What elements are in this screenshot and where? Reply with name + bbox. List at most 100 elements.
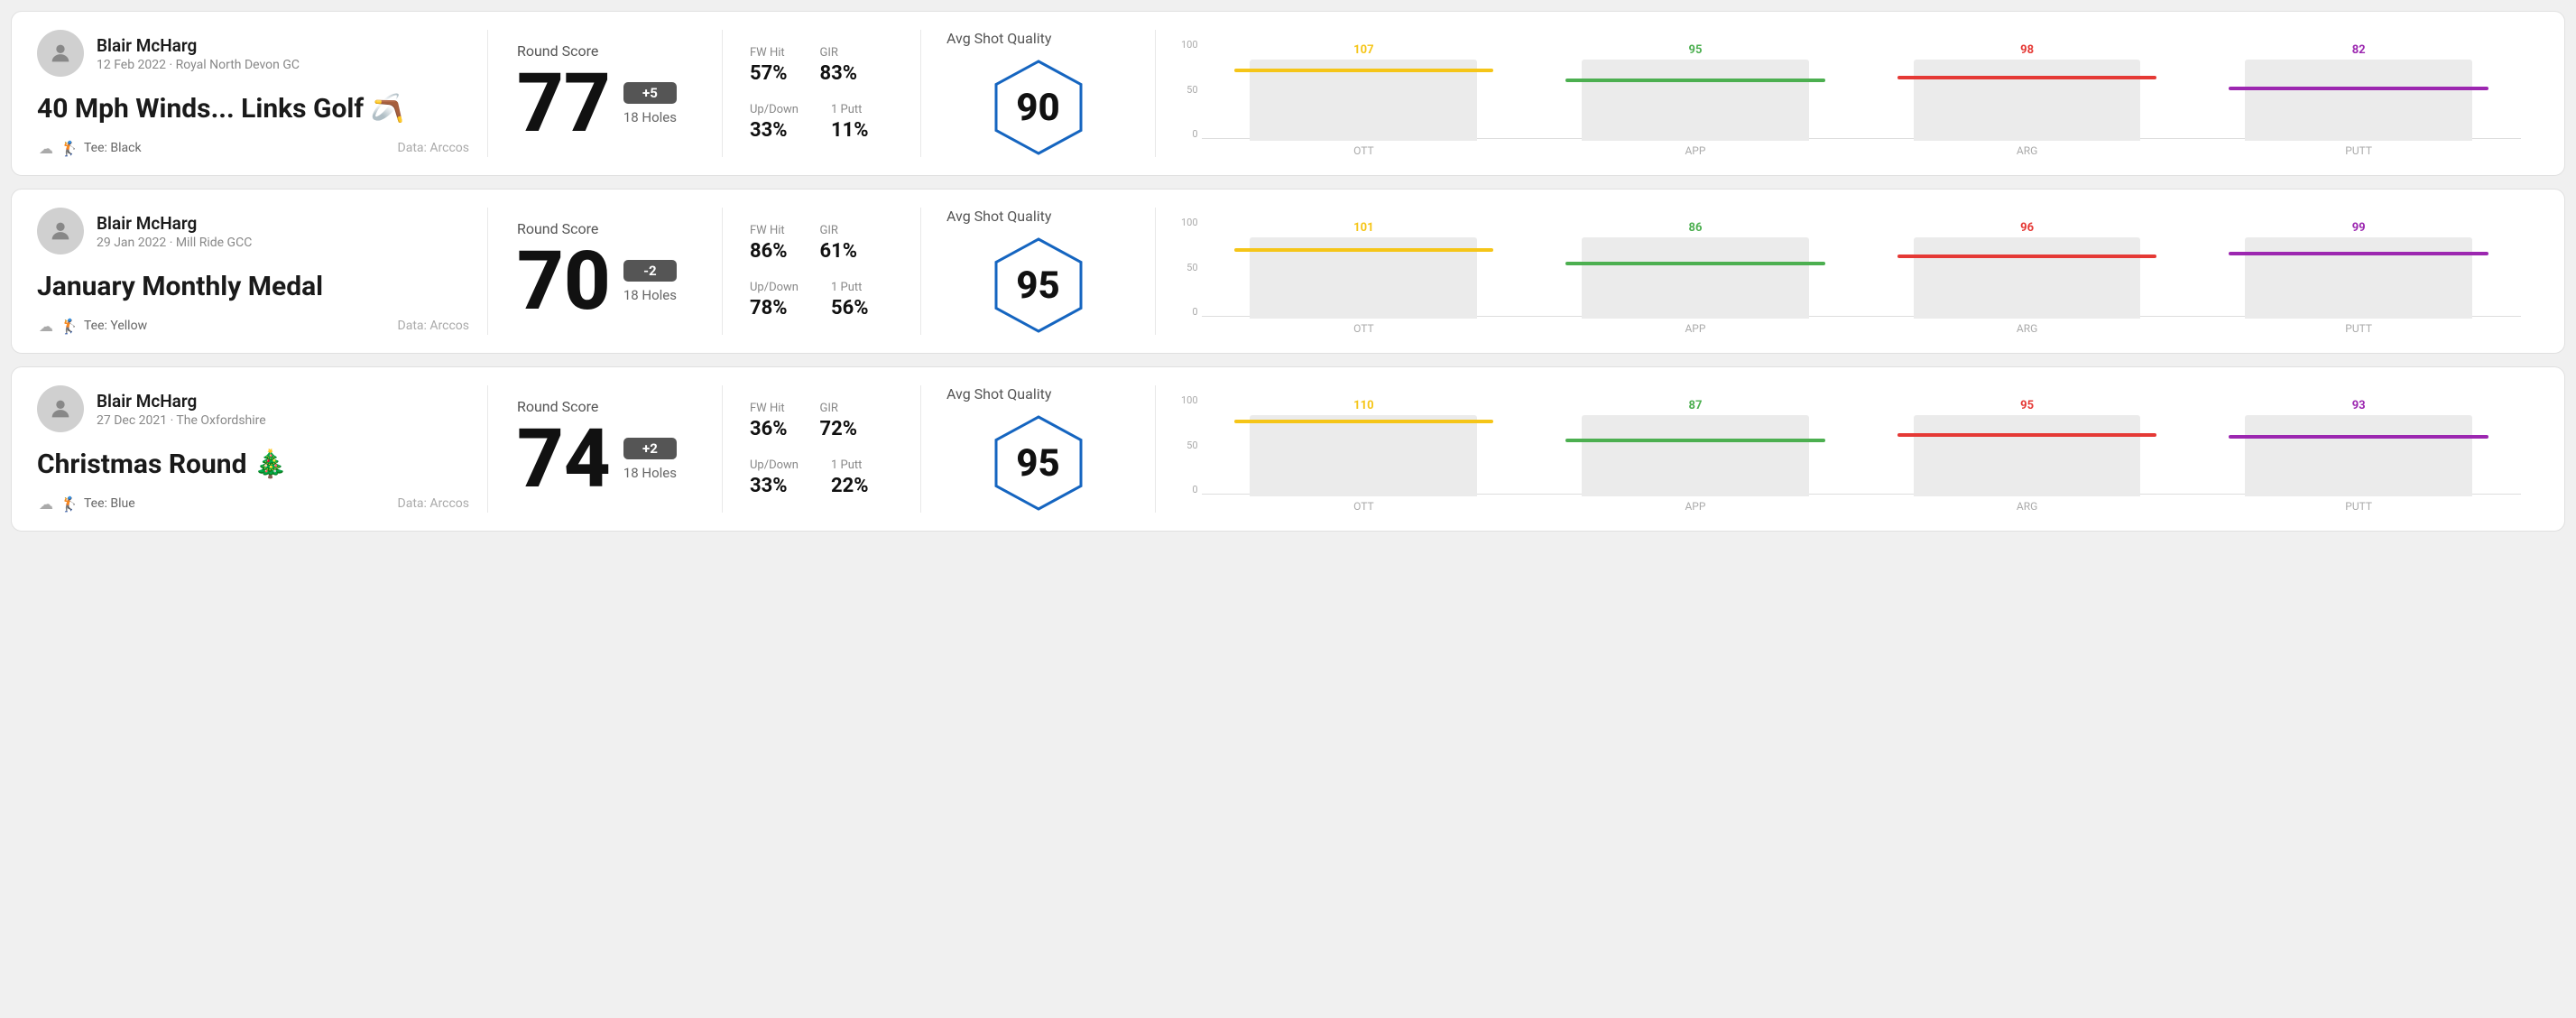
stat-gir-value: 72% <box>820 418 858 440</box>
bar-line <box>1897 433 2157 437</box>
quality-section: Avg Shot Quality 95 <box>921 208 1156 335</box>
round-title: Christmas Round 🎄 <box>37 449 469 480</box>
stat-oneputt-label: 1 Putt <box>831 281 869 294</box>
score-section: Round Score74+218 Holes <box>488 385 723 513</box>
card-left: Blair McHarg29 Jan 2022 · Mill Ride GCC J… <box>37 208 488 335</box>
round-card: Blair McHarg29 Jan 2022 · Mill Ride GCC J… <box>11 189 2565 354</box>
stat-oneputt-value: 22% <box>831 475 869 497</box>
y-axis-label: 100 <box>1181 217 1198 227</box>
bar-background <box>2245 237 2472 319</box>
stats-section: FW Hit57%GIR83% Up/Down33%1 Putt11% <box>723 30 921 157</box>
bar-wrapper <box>1865 60 2190 141</box>
bar-line <box>1234 420 1494 423</box>
bar-top-label: 82 <box>2352 43 2366 57</box>
tee-info: ☁🏌Tee: Blue <box>37 495 135 513</box>
tee-label: Tee: Black <box>84 141 142 155</box>
bar-line <box>2229 252 2488 255</box>
stat-fw-hit-value: 86% <box>750 240 788 263</box>
stat-fw-hit: FW Hit36% <box>750 402 788 440</box>
hexagon: 95 <box>989 236 1088 335</box>
user-info: Blair McHarg 12 Feb 2022 · Royal North De… <box>97 35 300 72</box>
quality-score: 90 <box>1016 86 1059 130</box>
bar-x-label: OTT <box>1353 144 1374 157</box>
stats-row-top: FW Hit57%GIR83% <box>750 46 893 85</box>
avatar <box>37 30 84 77</box>
stat-updown: Up/Down78% <box>750 281 799 319</box>
bar-x-label: ARG <box>2017 322 2037 335</box>
y-axis-label: 50 <box>1181 263 1198 273</box>
stat-fw-hit-label: FW Hit <box>750 46 788 60</box>
stat-oneputt: 1 Putt22% <box>831 458 869 497</box>
stat-oneputt: 1 Putt56% <box>831 281 869 319</box>
bar-group-app: 86APP <box>1533 208 1858 335</box>
bar-wrapper <box>2196 415 2521 496</box>
stat-gir: GIR83% <box>820 46 858 85</box>
stats-row-bottom: Up/Down33%1 Putt11% <box>750 103 893 142</box>
quality-label: Avg Shot Quality <box>946 30 1051 47</box>
bar-line <box>1234 69 1494 72</box>
chart-area: 100500107OTT95APP98ARG82PUTT <box>1181 31 2521 157</box>
user-row: Blair McHarg27 Dec 2021 · The Oxfordshir… <box>37 385 469 432</box>
bar-background <box>1914 60 2141 141</box>
score-main: 70-218 Holes <box>517 241 693 322</box>
bar-background <box>1914 237 2141 319</box>
stats-row-top: FW Hit36% GIR72% <box>750 402 893 440</box>
bag-icon: 🏌 <box>60 317 78 335</box>
bar-background <box>1914 415 2141 496</box>
bar-top-label: 96 <box>2020 221 2034 235</box>
bar-top-label: 110 <box>1353 399 1373 412</box>
stat-updown-label: Up/Down <box>750 458 799 472</box>
y-axis-label: 100 <box>1181 40 1198 50</box>
chart-section: 100500101OTT86APP96ARG99PUTT <box>1156 208 2539 335</box>
card-footer: ☁🏌Tee: BlackData: Arccos <box>37 139 469 157</box>
chart-area: 100500101OTT86APP96ARG99PUTT <box>1181 208 2521 335</box>
bar-wrapper <box>1865 237 2190 319</box>
round-card: Blair McHarg 12 Feb 2022 · Royal North De… <box>11 11 2565 176</box>
bar-top-label: 99 <box>2352 221 2366 235</box>
stat-gir-label: GIR <box>820 224 858 237</box>
bar-x-label: PUTT <box>2345 500 2372 513</box>
bar-wrapper <box>1202 415 1527 496</box>
bar-group-arg: 95ARG <box>1865 386 2190 513</box>
score-main: 77+518 Holes <box>517 63 693 144</box>
chart-groups: 110OTT87APP95ARG93PUTT <box>1202 386 2521 513</box>
stat-updown-value: 33% <box>750 475 799 497</box>
bar-x-label: OTT <box>1353 500 1374 513</box>
user-row: Blair McHarg29 Jan 2022 · Mill Ride GCC <box>37 208 469 255</box>
bar-line <box>1565 262 1825 265</box>
user-name: Blair McHarg <box>97 213 252 234</box>
bar-wrapper <box>1533 60 1858 141</box>
score-badge: +2 <box>623 438 677 459</box>
bag-icon: 🏌 <box>60 139 78 157</box>
bar-top-label: 87 <box>1689 399 1703 412</box>
data-source: Data: Arccos <box>398 141 469 155</box>
score-number: 70 <box>517 241 611 322</box>
avatar <box>37 208 84 255</box>
hexagon-container: 95 <box>946 236 1130 335</box>
tee-label: Tee: Yellow <box>84 319 147 333</box>
score-number: 74 <box>517 419 611 500</box>
user-meta: 12 Feb 2022 · Royal North Devon GC <box>97 58 300 72</box>
bar-x-label: APP <box>1685 322 1705 335</box>
bar-top-label: 95 <box>1689 43 1703 57</box>
stat-updown: Up/Down33% <box>750 103 799 142</box>
stat-gir: GIR72% <box>820 402 858 440</box>
bar-line <box>2229 435 2488 439</box>
stat-gir: GIR61% <box>820 224 858 263</box>
bar-wrapper <box>1533 237 1858 319</box>
bar-wrapper <box>1533 415 1858 496</box>
stats-row-bottom: Up/Down 33% 1 Putt22% <box>750 458 893 497</box>
tee-info: ☁🏌Tee: Yellow <box>37 317 147 335</box>
bar-wrapper <box>1202 60 1527 141</box>
stats-section: FW Hit86%GIR61%Up/Down78%1 Putt56% <box>723 208 921 335</box>
avatar <box>37 385 84 432</box>
y-axis-label: 0 <box>1181 307 1198 317</box>
score-main: 74+218 Holes <box>517 419 693 500</box>
bar-background <box>2245 415 2472 496</box>
round-title: January Monthly Medal <box>37 271 469 302</box>
score-right: +518 Holes <box>623 82 677 125</box>
user-name: Blair McHarg <box>97 35 300 56</box>
stat-gir-label: GIR <box>820 46 858 60</box>
bar-line <box>1565 79 1825 82</box>
bar-x-label: PUTT <box>2345 322 2372 335</box>
